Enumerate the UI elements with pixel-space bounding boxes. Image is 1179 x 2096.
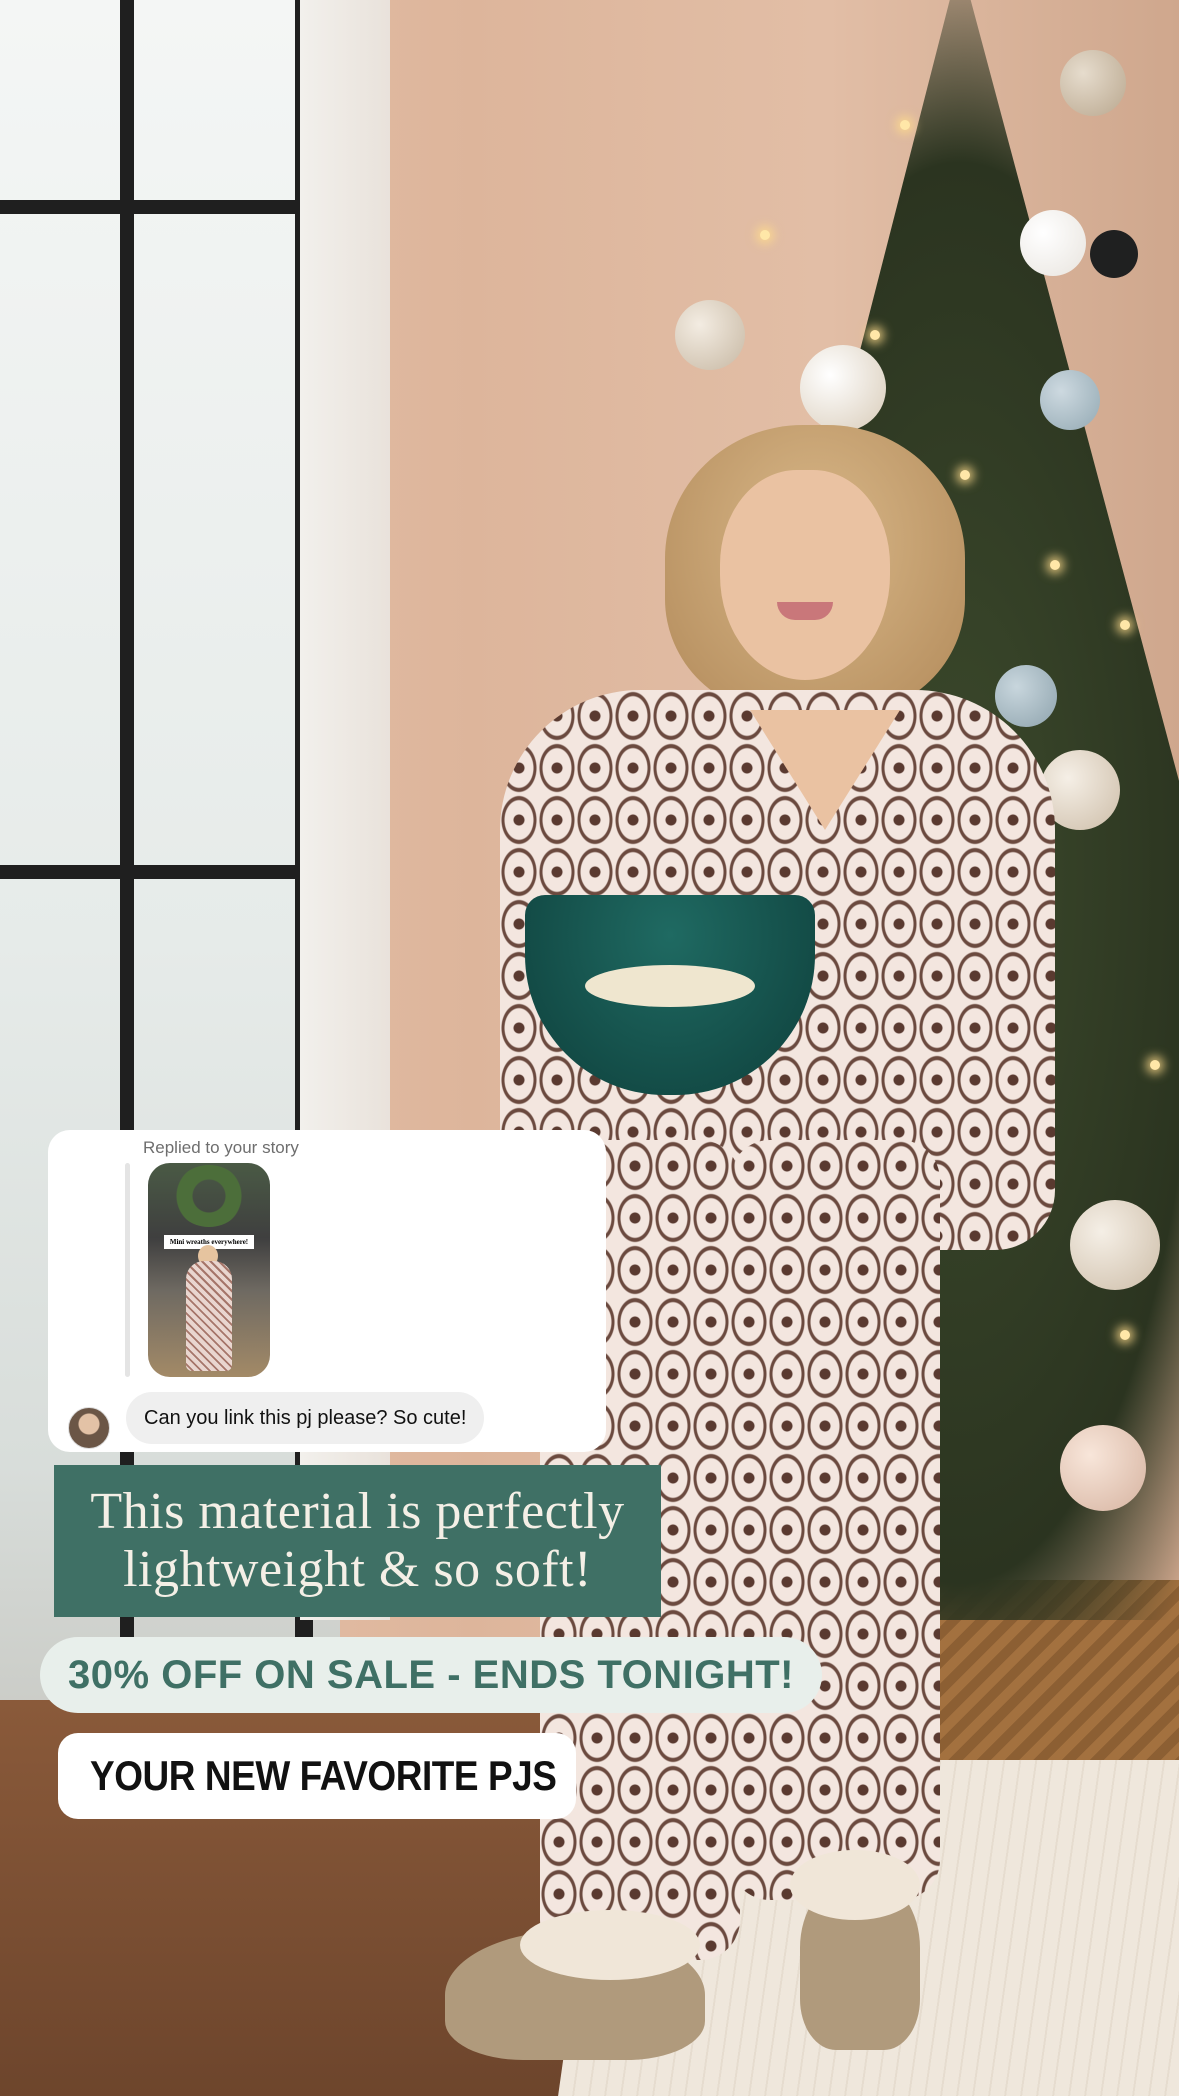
wreath-image (174, 1165, 244, 1227)
story-reply-card[interactable]: Replied to your story Mini wreaths every… (48, 1130, 606, 1452)
slipper-fur (790, 1850, 920, 1920)
popcorn (585, 965, 755, 1007)
slipper-fur (520, 1910, 700, 1980)
text-overlay-box: This material is perfectly lightweight &… (54, 1465, 661, 1617)
avatar[interactable] (68, 1407, 110, 1449)
text-overlay: This material is perfectly lightweight &… (90, 1483, 624, 1599)
text-overlay-line1: This material is perfectly (90, 1483, 625, 1540)
thumbnail-figure (186, 1261, 232, 1371)
link-sticker[interactable]: YOUR NEW FAVORITE PJS (58, 1733, 576, 1819)
message-bubble: Can you link this pj please? So cute! (126, 1392, 485, 1444)
link-sticker-text: YOUR NEW FAVORITE PJS (90, 1752, 557, 1799)
story-thumbnail[interactable]: Mini wreaths everywhere! (148, 1163, 270, 1377)
text-overlay-line2: lightweight & so soft! (123, 1541, 592, 1598)
sale-banner-text: 30% OFF ON SALE - ENDS TONIGHT! (68, 1652, 794, 1697)
sale-banner: 30% OFF ON SALE - ENDS TONIGHT! (40, 1637, 822, 1713)
reply-indicator-bar (125, 1163, 130, 1377)
face (720, 470, 890, 680)
replied-to-story-label: Replied to your story (143, 1138, 299, 1157)
pajama-leg-right (730, 1140, 940, 1900)
